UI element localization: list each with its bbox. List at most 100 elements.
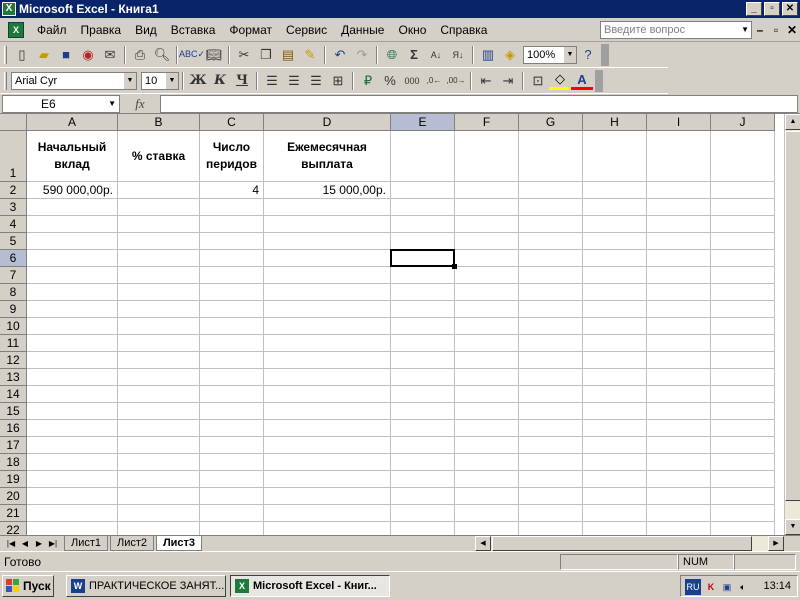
row-header-12[interactable]: 12 <box>0 352 27 369</box>
scroll-up-icon[interactable]: ▲ <box>785 114 800 130</box>
chevron-down-icon[interactable]: ▼ <box>564 46 576 63</box>
cell-h20[interactable] <box>583 488 647 505</box>
cell-c4[interactable] <box>200 216 264 233</box>
task-excel[interactable]: X Microsoft Excel - Книг... <box>230 575 390 597</box>
cell-g20[interactable] <box>519 488 583 505</box>
cell-e7[interactable] <box>391 267 455 284</box>
cell-b15[interactable] <box>118 403 200 420</box>
cell-h2[interactable] <box>583 182 647 199</box>
row-header-21[interactable]: 21 <box>0 505 27 522</box>
cell-f7[interactable] <box>455 267 519 284</box>
cell-d8[interactable] <box>264 284 391 301</box>
font-size-select[interactable]: 10 ▼ <box>141 71 179 90</box>
cell-h5[interactable] <box>583 233 647 250</box>
cell-g8[interactable] <box>519 284 583 301</box>
row-header-4[interactable]: 4 <box>0 216 27 233</box>
cell-a21[interactable] <box>27 505 118 522</box>
cell-j11[interactable] <box>711 335 775 352</box>
column-header-i[interactable]: I <box>647 114 711 131</box>
sheet-tab-2[interactable]: Лист2 <box>110 536 154 551</box>
sort-asc-icon[interactable]: A↓ <box>425 44 447 66</box>
cell-e2[interactable] <box>391 182 455 199</box>
cell-f10[interactable] <box>455 318 519 335</box>
cell-i8[interactable] <box>647 284 711 301</box>
cell-b19[interactable] <box>118 471 200 488</box>
cell-e21[interactable] <box>391 505 455 522</box>
cell-a12[interactable] <box>27 352 118 369</box>
cell-b3[interactable] <box>118 199 200 216</box>
sheet-tab-3[interactable]: Лист3 <box>156 536 202 551</box>
font-color-icon[interactable]: A <box>571 72 593 90</box>
cell-f16[interactable] <box>455 420 519 437</box>
cell-b7[interactable] <box>118 267 200 284</box>
chevron-down-icon[interactable]: ▼ <box>166 72 178 89</box>
scroll-right-icon[interactable]: ▶ <box>768 536 784 551</box>
cell-j14[interactable] <box>711 386 775 403</box>
cell-f6[interactable] <box>455 250 519 267</box>
cell-g3[interactable] <box>519 199 583 216</box>
bold-button[interactable]: Ж <box>187 70 209 92</box>
font-select[interactable]: Arial Cyr ▼ <box>11 71 137 90</box>
cell-e8[interactable] <box>391 284 455 301</box>
cell-c2[interactable]: 4 <box>200 182 264 199</box>
thousands-icon[interactable]: 000 <box>401 70 423 92</box>
row-header-14[interactable]: 14 <box>0 386 27 403</box>
cell-j20[interactable] <box>711 488 775 505</box>
menu-format[interactable]: Формат <box>222 23 279 37</box>
cell-d18[interactable] <box>264 454 391 471</box>
column-header-b[interactable]: B <box>118 114 200 131</box>
doc-minimize-button[interactable]: – <box>752 23 768 37</box>
cell-j17[interactable] <box>711 437 775 454</box>
row-header-19[interactable]: 19 <box>0 471 27 488</box>
sheet-tab-1[interactable]: Лист1 <box>64 536 108 551</box>
cell-h17[interactable] <box>583 437 647 454</box>
cell-e9[interactable] <box>391 301 455 318</box>
row-header-11[interactable]: 11 <box>0 335 27 352</box>
cell-g18[interactable] <box>519 454 583 471</box>
cell-i6[interactable] <box>647 250 711 267</box>
cell-c13[interactable] <box>200 369 264 386</box>
cell-g22[interactable] <box>519 522 583 535</box>
cell-h9[interactable] <box>583 301 647 318</box>
row-header-18[interactable]: 18 <box>0 454 27 471</box>
spelling-icon[interactable]: ABC✓ <box>179 44 205 66</box>
open-icon[interactable]: ▰ <box>33 44 55 66</box>
cell-j1[interactable] <box>711 131 775 182</box>
autosum-icon[interactable]: Σ <box>403 44 425 66</box>
cell-f11[interactable] <box>455 335 519 352</box>
cell-f18[interactable] <box>455 454 519 471</box>
cell-h13[interactable] <box>583 369 647 386</box>
row-header-1[interactable]: 1 <box>0 131 27 182</box>
cell-a10[interactable] <box>27 318 118 335</box>
cell-b21[interactable] <box>118 505 200 522</box>
cell-j8[interactable] <box>711 284 775 301</box>
excel-icon[interactable]: X <box>8 21 24 38</box>
chevron-down-icon[interactable]: ▼ <box>741 22 749 38</box>
cell-f9[interactable] <box>455 301 519 318</box>
save-icon[interactable]: ■ <box>55 44 77 66</box>
align-right-icon[interactable]: ☰ <box>305 70 327 92</box>
scroll-left-icon[interactable]: ◀ <box>475 536 491 551</box>
cell-j2[interactable] <box>711 182 775 199</box>
cell-d14[interactable] <box>264 386 391 403</box>
cell-f2[interactable] <box>455 182 519 199</box>
menu-edit[interactable]: Правка <box>74 23 129 37</box>
redo-icon[interactable]: ↷ <box>351 44 373 66</box>
cell-h15[interactable] <box>583 403 647 420</box>
cell-d11[interactable] <box>264 335 391 352</box>
cell-a4[interactable] <box>27 216 118 233</box>
chevron-down-icon[interactable]: ▼ <box>108 96 116 112</box>
cell-a3[interactable] <box>27 199 118 216</box>
cell-a16[interactable] <box>27 420 118 437</box>
cell-e18[interactable] <box>391 454 455 471</box>
cell-f20[interactable] <box>455 488 519 505</box>
column-header-e[interactable]: E <box>391 114 455 131</box>
toolbar-grip[interactable] <box>4 45 7 64</box>
cell-a5[interactable] <box>27 233 118 250</box>
menu-window[interactable]: Окно <box>391 23 433 37</box>
borders-icon[interactable]: ⊡ <box>527 70 549 92</box>
cell-e13[interactable] <box>391 369 455 386</box>
cell-j7[interactable] <box>711 267 775 284</box>
cell-g19[interactable] <box>519 471 583 488</box>
cell-i12[interactable] <box>647 352 711 369</box>
